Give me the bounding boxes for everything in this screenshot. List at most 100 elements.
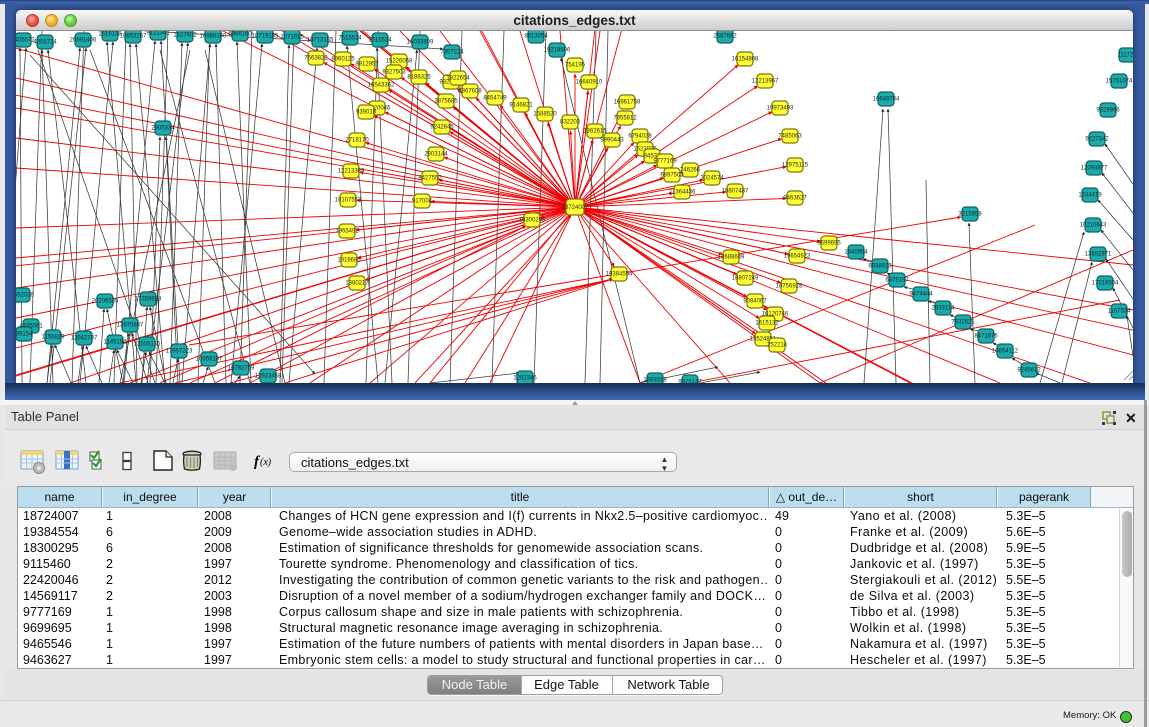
svg-text:21364436: 21364436 <box>669 190 696 196</box>
svg-text:16713155: 16713155 <box>307 38 334 44</box>
svg-text:17957223: 17957223 <box>166 349 193 355</box>
svg-text:12213389: 12213389 <box>338 169 365 175</box>
svg-text:9463627: 9463627 <box>783 196 807 202</box>
svg-text:1071915: 1071915 <box>280 35 304 41</box>
svg-text:2905334: 2905334 <box>151 126 175 132</box>
svg-text:1822654: 1822654 <box>446 76 470 82</box>
svg-text:111723: 111723 <box>1117 53 1133 59</box>
svg-text:8427552: 8427552 <box>418 176 442 182</box>
svg-text:16154808: 16154808 <box>732 57 759 63</box>
svg-text:9146821: 9146821 <box>509 103 533 109</box>
svg-text:10958107: 10958107 <box>196 357 223 363</box>
svg-text:10653267: 10653267 <box>120 34 147 40</box>
svg-text:1156829: 1156829 <box>42 335 66 341</box>
svg-text:3875685: 3875685 <box>434 99 458 105</box>
svg-text:8813054: 8813054 <box>524 34 548 40</box>
svg-text:12505135: 12505135 <box>134 342 161 348</box>
svg-text:1380217: 1380217 <box>345 281 369 287</box>
svg-text:16640910: 16640910 <box>576 80 603 86</box>
svg-text:19218506: 19218506 <box>544 48 571 54</box>
svg-text:2803144: 2803144 <box>424 152 448 158</box>
svg-text:252214: 252214 <box>767 343 788 349</box>
svg-text:1362615: 1362615 <box>583 129 607 135</box>
svg-text:8912957: 8912957 <box>355 62 379 68</box>
svg-text:18807249: 18807249 <box>732 276 759 282</box>
svg-text:7632621: 7632621 <box>951 320 975 326</box>
svg-text:8454749: 8454749 <box>483 96 507 102</box>
svg-text:9242845: 9242845 <box>430 125 454 131</box>
svg-text:9990443: 9990443 <box>600 138 624 144</box>
svg-text:15751074: 15751074 <box>1106 79 1133 85</box>
svg-text:10807487: 10807487 <box>722 189 749 195</box>
svg-text:17016504: 17016504 <box>1092 281 1119 287</box>
svg-text:8960125: 8960125 <box>331 57 355 63</box>
svg-text:9329966: 9329966 <box>1096 108 1120 114</box>
svg-text:20206535: 20206535 <box>92 299 119 305</box>
svg-text:3024574: 3024574 <box>700 176 724 182</box>
svg-text:10756928: 10756928 <box>776 284 803 290</box>
svg-text:6966160: 6966160 <box>228 32 252 38</box>
svg-text:1244419: 1244419 <box>1078 193 1102 199</box>
svg-text:10107553: 10107553 <box>335 198 362 204</box>
svg-text:12213967: 12213967 <box>752 79 779 85</box>
svg-text:2652026: 2652026 <box>16 293 34 299</box>
svg-text:(x): (x) <box>260 457 272 468</box>
svg-text:16966160: 16966160 <box>200 34 227 40</box>
svg-text:8471676: 8471676 <box>974 334 998 340</box>
svg-text:10719185: 10719185 <box>252 34 279 40</box>
svg-text:19654923: 19654923 <box>784 254 811 260</box>
svg-text:754195: 754195 <box>565 63 586 69</box>
svg-text:1145194: 1145194 <box>104 340 128 346</box>
svg-text:20691406: 20691406 <box>70 38 97 44</box>
svg-text:39154: 39154 <box>16 332 33 338</box>
svg-text:1640954: 1640954 <box>844 250 868 256</box>
svg-text:16543362: 16543362 <box>368 83 395 89</box>
svg-text:6897503: 6897503 <box>660 173 684 179</box>
svg-text:9084067: 9084067 <box>743 299 767 305</box>
svg-text:16033809: 16033809 <box>407 40 434 46</box>
svg-text:16961758: 16961758 <box>614 100 641 106</box>
svg-text:7357224: 7357224 <box>440 50 464 56</box>
svg-text:8186325: 8186325 <box>407 75 431 81</box>
svg-text:832203: 832203 <box>560 120 581 126</box>
svg-text:15226058: 15226058 <box>386 59 413 65</box>
svg-text:2933114: 2933114 <box>932 306 956 312</box>
svg-text:1527602: 1527602 <box>173 33 197 39</box>
svg-text:9777169: 9777169 <box>653 159 677 165</box>
svg-text:7663822: 7663822 <box>304 56 328 62</box>
svg-text:1167534: 1167534 <box>1108 309 1132 315</box>
svg-text:2867608: 2867608 <box>458 89 482 95</box>
svg-text:1515524: 1515524 <box>368 38 392 44</box>
svg-text:1916685: 1916685 <box>337 258 361 264</box>
svg-text:7955812: 7955812 <box>613 116 637 122</box>
svg-text:7515524: 7515524 <box>338 36 362 42</box>
svg-text:9327503: 9327503 <box>382 70 406 76</box>
svg-text:19384554: 19384554 <box>606 272 633 278</box>
svg-text:9474444: 9474444 <box>909 292 933 298</box>
svg-text:10973493: 10973493 <box>767 106 794 112</box>
svg-text:12975115: 12975115 <box>782 163 809 169</box>
svg-text:939018: 939018 <box>356 110 377 116</box>
svg-text:9227342: 9227342 <box>1085 137 1109 143</box>
svg-text:1588520: 1588520 <box>533 112 557 118</box>
svg-text:12093877: 12093877 <box>1081 166 1108 172</box>
svg-text:2718170: 2718170 <box>345 138 369 144</box>
svg-text:13975887: 13975887 <box>117 323 144 329</box>
svg-text:8938923: 8938923 <box>868 264 892 270</box>
svg-text:9121341: 9121341 <box>146 31 170 37</box>
svg-text:1965492: 1965492 <box>335 229 359 235</box>
svg-text:18724007: 18724007 <box>562 205 589 211</box>
svg-text:18300295: 18300295 <box>519 218 546 224</box>
svg-text:4055724: 4055724 <box>33 40 57 46</box>
svg-text:1292346: 1292346 <box>513 376 537 382</box>
svg-text:16782759: 16782759 <box>228 366 255 372</box>
svg-text:12942737: 12942737 <box>71 336 98 342</box>
svg-text:6379197: 6379197 <box>885 278 909 284</box>
svg-text:9245612: 9245612 <box>1017 368 1041 374</box>
svg-text:17359928: 17359928 <box>135 297 162 303</box>
svg-text:917004: 917004 <box>412 199 433 205</box>
svg-text:10654112: 10654112 <box>992 349 1019 355</box>
svg-text:10688609: 10688609 <box>718 255 745 261</box>
svg-text:9699695: 9699695 <box>817 241 841 247</box>
svg-text:16648784: 16648784 <box>873 97 900 103</box>
